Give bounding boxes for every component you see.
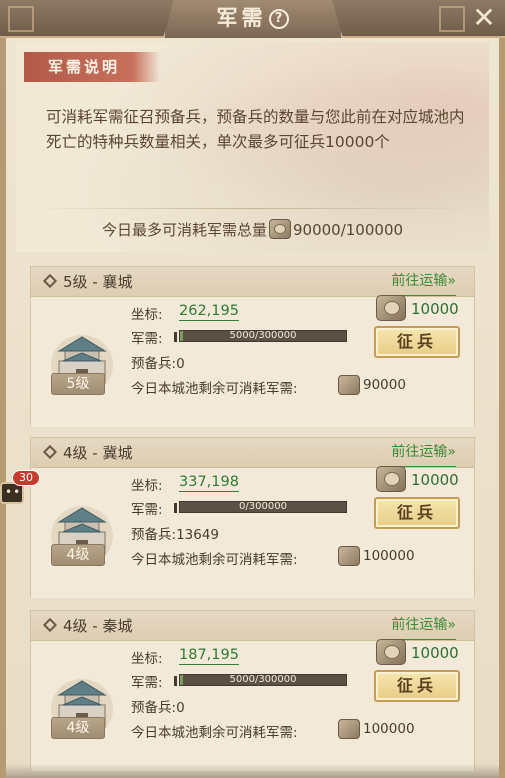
city-card: 4级 - 秦城 前往运输» 4级 坐标: 187,195 军需: 5000/30… — [30, 610, 475, 771]
supply-progress-text: 0/300000 — [239, 501, 287, 512]
city-card-header: 5级 - 襄城 前往运输» — [31, 267, 474, 297]
divider — [30, 208, 475, 209]
city-card-header: 4级 - 冀城 前往运输» — [31, 438, 474, 468]
city-level-badge: 4级 — [51, 717, 105, 739]
supply-icon — [338, 719, 360, 739]
remain-label: 今日本城池剩余可消耗军需: — [131, 725, 298, 741]
close-button[interactable]: ✕ — [467, 2, 501, 36]
notification-badge: 30 — [12, 470, 40, 486]
city-title: 4级 - 秦城 — [63, 617, 133, 635]
supply-progress-bar: 0/300000 — [174, 501, 347, 513]
goto-transport-link[interactable]: 前往运输» — [391, 267, 456, 296]
supply-progress-text: 5000/300000 — [229, 674, 297, 685]
draft-button[interactable]: 征兵 — [374, 670, 460, 702]
supply-label: 军需: — [131, 675, 163, 691]
city-card: 5级 - 襄城 前往运输» 5级 坐标: 262,195 军需: 5000/30… — [30, 266, 475, 427]
draft-button[interactable]: 征兵 — [374, 326, 460, 358]
coord-label: 坐标: — [131, 651, 163, 667]
supply-progress-text: 5000/300000 — [229, 330, 297, 341]
title-label: 军需 — [216, 6, 267, 30]
daily-total-used: 90000 — [292, 221, 341, 239]
help-icon[interactable]: ? — [268, 9, 289, 29]
coord-link[interactable]: 262,195 — [179, 302, 239, 321]
description-text: 可消耗军需征召预备兵，预备兵的数量与您此前在对应城池内死亡的特种兵数量相关，单次… — [46, 108, 465, 151]
supply-icon — [338, 375, 360, 395]
goto-transport-link[interactable]: 前往运输» — [391, 611, 456, 640]
bar-cap — [174, 676, 177, 686]
remain-value: 100000 — [363, 721, 415, 737]
city-card-body: 4级 坐标: 187,195 军需: 5000/300000 预备兵:0 今日本… — [31, 639, 474, 771]
coord-link[interactable]: 187,195 — [179, 646, 239, 665]
daily-total-label: 今日最多可消耗军需总量 — [101, 221, 267, 239]
bar-cap — [174, 332, 177, 342]
goto-transport-link[interactable]: 前往运输» — [391, 438, 456, 467]
diamond-icon — [42, 617, 58, 633]
supply-cost-icon — [376, 639, 406, 665]
city-title: 4级 - 冀城 — [63, 444, 133, 462]
city-card-header: 4级 - 秦城 前往运输» — [31, 611, 474, 641]
supply-cost-icon — [376, 295, 406, 321]
page-title: 军需? — [0, 0, 505, 36]
diamond-icon — [42, 444, 58, 460]
reserve-value: 0 — [176, 356, 185, 372]
supply-cost-icon — [376, 466, 406, 492]
coord-label: 坐标: — [131, 478, 163, 494]
daily-total-max: 100000 — [345, 221, 404, 239]
remain-value: 90000 — [363, 377, 406, 393]
reserve-label-text: 预备兵: — [131, 356, 177, 372]
coord-label: 坐标: — [131, 307, 163, 323]
draft-button[interactable]: 征兵 — [374, 497, 460, 529]
supply-icon — [268, 219, 291, 239]
section-tag: 军需说明 — [24, 52, 160, 82]
supply-progress-bar: 5000/300000 — [174, 674, 347, 686]
daily-total-row: 今日最多可消耗军需总量 90000/100000 — [0, 216, 505, 244]
supply-progress-bar: 5000/300000 — [174, 330, 347, 342]
city-card: 4级 - 冀城 前往运输» 4级 坐标: 337,198 军需: 0/30000… — [30, 437, 475, 598]
city-card-body: 5级 坐标: 262,195 军需: 5000/300000 预备兵:0 今日本… — [31, 295, 474, 427]
bottom-shadow — [6, 764, 499, 778]
remain-label: 今日本城池剩余可消耗军需: — [131, 552, 298, 568]
city-title: 5级 - 襄城 — [63, 273, 133, 291]
supply-icon — [338, 546, 360, 566]
diamond-icon — [42, 273, 58, 289]
bar-cap — [174, 503, 177, 513]
reserve-value: 13649 — [176, 527, 220, 543]
remain-label: 今日本城池剩余可消耗军需: — [131, 381, 298, 397]
reserve-value: 0 — [176, 700, 185, 716]
city-card-body: 4级 坐标: 337,198 军需: 0/300000 预备兵:13649 今日… — [31, 466, 474, 598]
coord-link[interactable]: 337,198 — [179, 473, 239, 492]
reserve-label: 预备兵:0 — [131, 696, 185, 716]
supply-label: 军需: — [131, 331, 163, 347]
reserve-label: 预备兵:13649 — [131, 523, 219, 543]
supply-cost: 10000 — [411, 471, 459, 489]
city-level-badge: 4级 — [51, 544, 105, 566]
supply-cost: 10000 — [411, 300, 459, 318]
supply-label: 军需: — [131, 502, 163, 518]
reserve-label: 预备兵:0 — [131, 352, 185, 372]
reserve-label-text: 预备兵: — [131, 700, 177, 716]
city-level-badge: 5级 — [51, 373, 105, 395]
reserve-label-text: 预备兵: — [131, 527, 177, 543]
remain-value: 100000 — [363, 548, 415, 564]
supply-cost: 10000 — [411, 644, 459, 662]
